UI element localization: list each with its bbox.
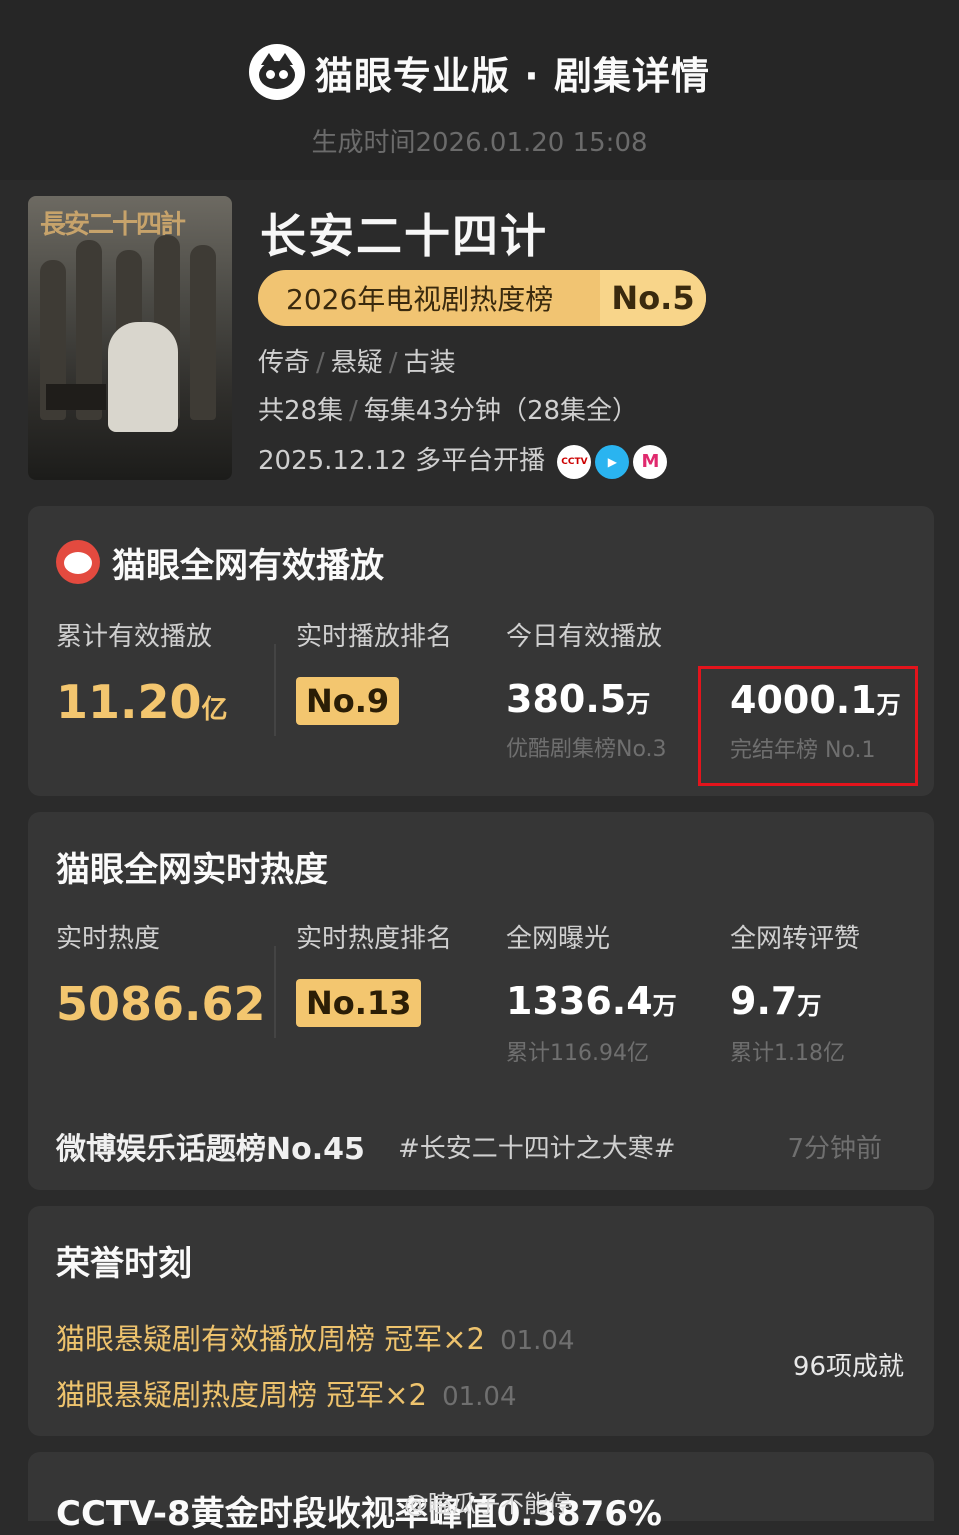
show-info: 長安二十四計 长安二十四计 2026年电视剧热度榜 No.5 传奇 / 悬疑 / 古装 … bbox=[28, 196, 934, 486]
cumulative-value: 11.20 bbox=[56, 675, 202, 729]
cumulative-unit: 亿 bbox=[201, 695, 228, 725]
heat-title: 猫眼全网实时热度 bbox=[56, 850, 328, 890]
maoyan-red-cat-icon bbox=[56, 540, 100, 584]
exposure-sub: 累计116.94亿 bbox=[506, 1041, 649, 1066]
show-title: 长安二十四计 bbox=[260, 209, 548, 263]
heat-rank-badge[interactable]: No.13 bbox=[296, 979, 422, 1027]
rank-label: 2026年电视剧热度榜 bbox=[286, 283, 554, 316]
heat-value: 5086.62 bbox=[56, 977, 266, 1031]
engage-sub: 累计1.18亿 bbox=[730, 1041, 845, 1066]
honors-card: 荣誉时刻 猫眼悬疑剧有效播放周榜 冠军×2 01.04 猫眼悬疑剧热度周榜 冠军… bbox=[28, 1206, 934, 1436]
heat-rank-label: 实时热度排名 bbox=[296, 924, 453, 954]
genre-list: 传奇 / 悬疑 / 古装 bbox=[258, 348, 456, 378]
today-label: 今日有效播放 bbox=[506, 622, 663, 652]
cumulative-label: 累计有效播放 bbox=[56, 622, 213, 652]
maoyan-cat-logo-icon bbox=[249, 44, 306, 100]
heat-card: 猫眼全网实时热度 实时热度 5086.62 实时热度排名 No.13 全网曝光 … bbox=[28, 812, 934, 1190]
exposure-label: 全网曝光 bbox=[506, 924, 611, 954]
honors-count[interactable]: 96项成就 bbox=[793, 1346, 904, 1383]
brand-title: 猫眼专业版 · 剧集详情 bbox=[315, 53, 710, 98]
watermark: @瞌瓜子不能停 bbox=[404, 1490, 572, 1518]
honor-date: 01.04 bbox=[500, 1326, 575, 1356]
honor-date: 01.04 bbox=[442, 1382, 517, 1412]
heat-rank: 实时热度排名 No.13 bbox=[296, 918, 452, 1027]
today-value: 380.5 bbox=[506, 677, 627, 721]
cumulative-play: 累计有效播放 11.20亿 bbox=[56, 616, 228, 729]
today-play: 今日有效播放 380.5万 优酷剧集榜No.3 bbox=[506, 616, 667, 763]
exposure-unit: 万 bbox=[652, 992, 677, 1020]
today-unit: 万 bbox=[626, 690, 651, 718]
brand: 猫眼专业版 · 剧集详情 bbox=[0, 44, 959, 100]
honor-text: 猫眼悬疑剧有效播放周榜 冠军×2 bbox=[56, 1322, 485, 1356]
today-sub: 优酷剧集榜No.3 bbox=[506, 737, 667, 762]
episode-count: 共28集 bbox=[258, 396, 344, 426]
tv-heat-rank-badge[interactable]: 2026年电视剧热度榜 No.5 bbox=[258, 270, 706, 326]
exposure: 全网曝光 1336.4万 累计116.94亿 bbox=[506, 918, 677, 1067]
engage-value: 9.7 bbox=[730, 979, 798, 1023]
heat-label: 实时热度 bbox=[56, 924, 161, 954]
engage-label: 全网转评赞 bbox=[730, 924, 861, 954]
engage-unit: 万 bbox=[797, 992, 822, 1020]
heat-index: 实时热度 5086.62 bbox=[56, 918, 266, 1031]
play-rank-badge[interactable]: No.9 bbox=[296, 677, 400, 725]
episode-info: 共28集 / 每集43分钟（28集全） bbox=[258, 396, 639, 426]
highlight-box bbox=[698, 666, 918, 786]
cctv-icon[interactable]: CCTV bbox=[557, 444, 592, 479]
episode-duration: 每集43分钟（28集全） bbox=[363, 396, 639, 426]
honors-title: 荣誉时刻 bbox=[56, 1244, 192, 1284]
show-poster[interactable]: 長安二十四計 bbox=[28, 196, 232, 480]
generated-time: 生成时间2026.01.20 15:08 bbox=[311, 128, 648, 158]
release-date: 2025.12.12 多平台开播 bbox=[258, 446, 546, 476]
honor-item[interactable]: 猫眼悬疑剧有效播放周榜 冠军×2 01.04 bbox=[56, 1316, 575, 1358]
weibo-topic[interactable]: #长安二十四计之大寒# bbox=[398, 1128, 676, 1165]
divider bbox=[274, 644, 276, 736]
weibo-rank[interactable]: 微博娱乐话题榜No.45 bbox=[56, 1124, 365, 1168]
engagement: 全网转评赞 9.7万 累计1.18亿 bbox=[730, 918, 860, 1067]
play-rank-label: 实时播放排名 bbox=[296, 622, 453, 652]
play-rank: 实时播放排名 No.9 bbox=[296, 616, 452, 725]
youku-icon[interactable]: ▶ bbox=[595, 444, 630, 479]
mgtv-icon[interactable]: M bbox=[633, 444, 668, 479]
genre: 传奇 bbox=[258, 348, 311, 378]
rank-value: No.5 bbox=[600, 270, 706, 326]
app-header: 猫眼专业版 · 剧集详情 生成时间2026.01.20 15:08 bbox=[0, 0, 959, 180]
honor-item[interactable]: 猫眼悬疑剧热度周榜 冠军×2 01.04 bbox=[56, 1372, 517, 1414]
release-info: 2025.12.12 多平台开播 CCTV ▶ M bbox=[258, 440, 668, 479]
play-card: 猫眼全网有效播放 累计有效播放 11.20亿 实时播放排名 No.9 今日有效播… bbox=[28, 506, 934, 796]
genre: 古装 bbox=[403, 348, 456, 378]
honor-text: 猫眼悬疑剧热度周榜 冠军×2 bbox=[56, 1378, 427, 1412]
genre: 悬疑 bbox=[330, 348, 383, 378]
poster-figure bbox=[108, 322, 178, 432]
weibo-time: 7分钟前 bbox=[787, 1134, 882, 1164]
exposure-value: 1336.4 bbox=[506, 979, 653, 1023]
divider bbox=[274, 946, 276, 1038]
play-title: 猫眼全网有效播放 bbox=[112, 546, 384, 586]
